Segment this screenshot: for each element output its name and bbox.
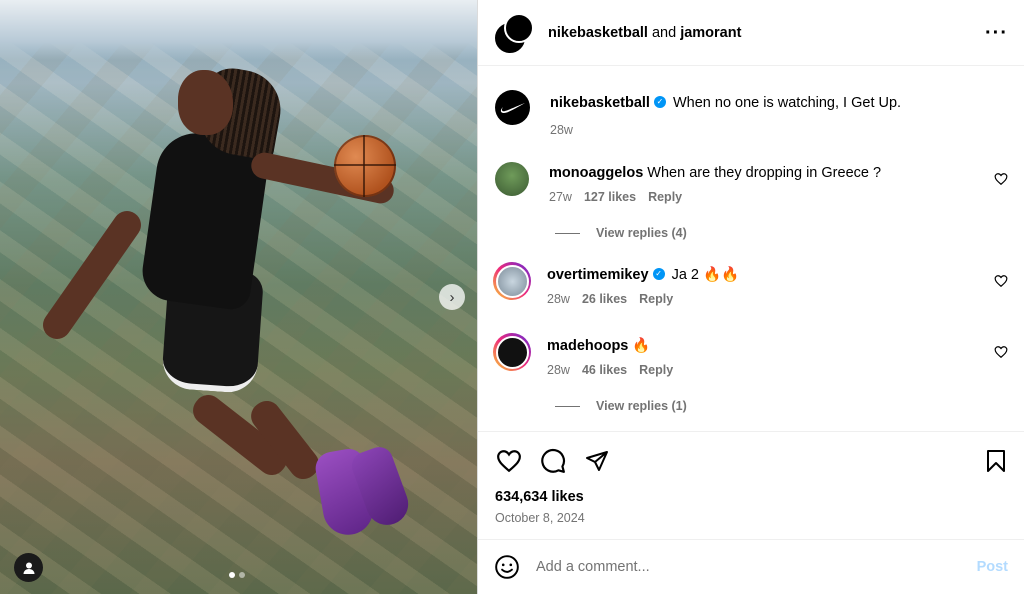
carousel-dot-active (229, 572, 235, 578)
post-comment-button[interactable]: Post (977, 559, 1008, 575)
comment-item: madehoops 🔥 28w 46 likes Reply (493, 333, 1008, 377)
comment-bubble-icon (541, 448, 566, 473)
nike-swoosh-icon (500, 102, 525, 113)
reply-button[interactable]: Reply (639, 292, 673, 306)
view-replies-button[interactable]: View replies (1) (555, 399, 1008, 413)
comment-age: 27w (549, 190, 572, 204)
comment-text: When are they dropping in Greece ? (647, 165, 882, 181)
post-authors: nikebasketball and jamorant (548, 25, 985, 41)
comment-likes[interactable]: 46 likes (582, 363, 627, 377)
chevron-right-icon: › (449, 288, 455, 306)
author-joiner: and (647, 24, 681, 41)
story-ring[interactable] (493, 333, 531, 371)
caption-username[interactable]: nikebasketball (550, 95, 650, 111)
likes-count[interactable]: 634,634 likes (478, 489, 1024, 505)
like-comment-heart-icon[interactable] (994, 345, 1008, 359)
comment-text: Ja 2 🔥🔥 (671, 267, 740, 283)
avatar[interactable] (495, 162, 529, 196)
post-header: nikebasketball and jamorant ··· (478, 0, 1024, 66)
like-button[interactable] (495, 447, 523, 475)
comment-text: 🔥 (632, 338, 651, 354)
coauthor-link[interactable]: jamorant (680, 25, 741, 41)
avatar (495, 264, 529, 298)
more-horizontal-icon: ··· (985, 21, 1008, 44)
heart-icon (497, 449, 521, 472)
post-side-panel: nikebasketball and jamorant ··· nikebask… (477, 0, 1024, 594)
story-ring[interactable] (493, 262, 531, 300)
reply-button[interactable]: Reply (639, 363, 673, 377)
carousel-dot (239, 572, 245, 578)
carousel-dots (229, 572, 245, 578)
player-head (178, 70, 233, 135)
more-options-button[interactable]: ··· (985, 23, 1008, 43)
caption: nikebasketball ✓ When no one is watching,… (495, 90, 1008, 137)
post-date: October 8, 2024 (495, 511, 585, 525)
view-replies-button[interactable]: View replies (4) (555, 226, 1008, 240)
author-link[interactable]: nikebasketball (548, 25, 648, 41)
verified-badge-icon: ✓ (653, 96, 666, 109)
comment-likes[interactable]: 127 likes (584, 190, 636, 204)
comment-composer: Post (478, 539, 1024, 594)
user-icon (23, 562, 34, 574)
comment-age: 28w (547, 292, 570, 306)
comment-username[interactable]: overtimemikey (547, 267, 649, 283)
avatar (495, 335, 529, 369)
collab-avatars[interactable] (493, 12, 534, 55)
reply-button[interactable]: Reply (648, 190, 682, 204)
comments-list[interactable]: nikebasketball ✓ When no one is watching,… (478, 66, 1024, 431)
bookmark-icon (987, 449, 1005, 472)
comment-username[interactable]: madehoops (547, 338, 628, 354)
caption-age: 28w (550, 123, 573, 137)
send-icon (586, 450, 608, 471)
avatar[interactable] (495, 90, 530, 125)
comment-likes[interactable]: 26 likes (582, 292, 627, 306)
post-media[interactable]: › (0, 0, 477, 594)
emoji-icon[interactable] (494, 554, 520, 580)
tagged-users-button[interactable] (14, 553, 43, 582)
comment-item: overtimemikey ✓ Ja 2 🔥🔥 28w 26 likes Repl… (493, 262, 1008, 306)
comment-item: monoaggelos When are they dropping in Gr… (495, 162, 1008, 204)
like-comment-heart-icon[interactable] (994, 274, 1008, 288)
next-slide-button[interactable]: › (439, 284, 465, 310)
verified-badge-icon: ✓ (652, 268, 665, 281)
comment-username[interactable]: monoaggelos (549, 165, 643, 181)
like-comment-heart-icon[interactable] (994, 172, 1008, 186)
avatar (504, 12, 534, 43)
sky-clouds (0, 0, 477, 60)
post-actions (478, 431, 1024, 489)
caption-text: When no one is watching, I Get Up. (672, 95, 902, 111)
save-button[interactable] (982, 447, 1010, 475)
share-button[interactable] (583, 447, 611, 475)
comment-button[interactable] (539, 447, 567, 475)
comment-age: 28w (547, 363, 570, 377)
basketball (334, 135, 396, 197)
comment-input[interactable] (534, 558, 977, 576)
